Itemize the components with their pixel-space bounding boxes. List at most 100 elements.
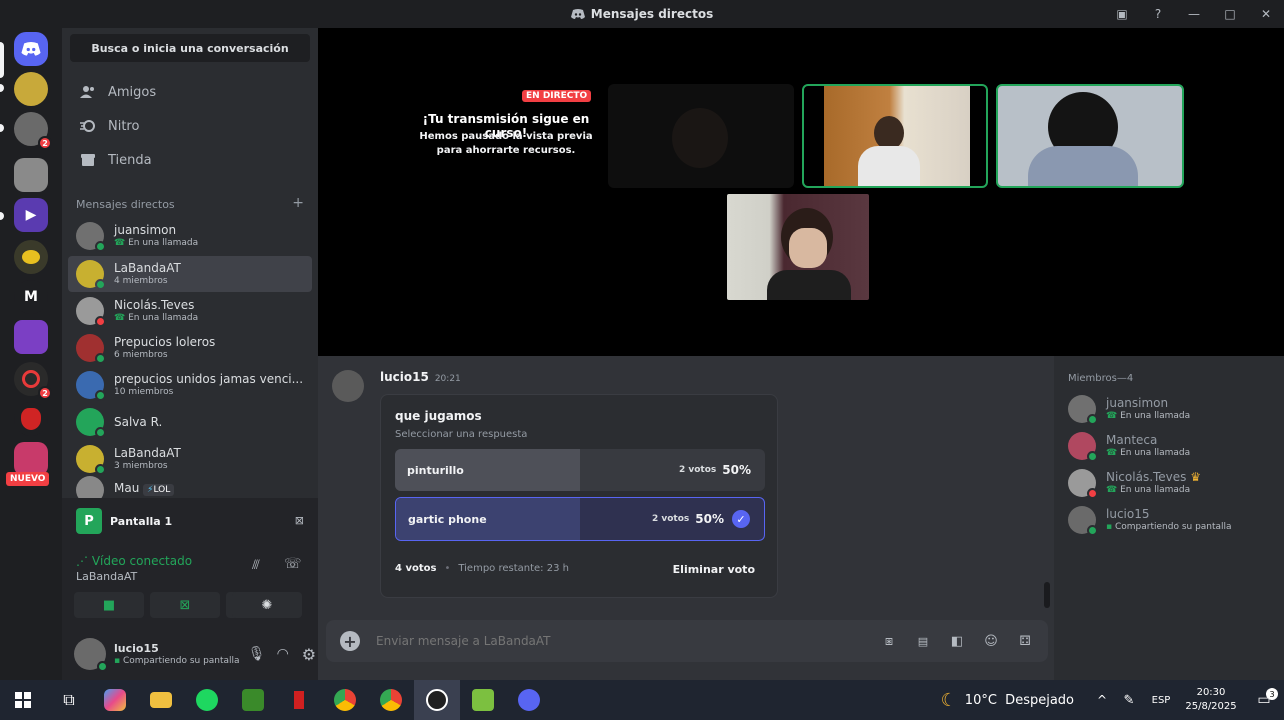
server-icon-7[interactable] [14, 320, 48, 354]
voice-panel: P Pantalla 1 ⊠ ⋰ Vídeo conectado LaBanda… [62, 498, 318, 628]
settings-gear-icon[interactable]: ⚙ [300, 645, 318, 664]
server-pip [0, 124, 4, 132]
add-attachment-icon[interactable]: + [340, 631, 360, 651]
noise-suppression-icon[interactable]: ⫻ [252, 558, 260, 573]
close-preview-icon[interactable]: ⊠ [295, 514, 304, 527]
notification-center[interactable]: ▭ 3 [1244, 688, 1284, 708]
dm-item-active[interactable]: LaBandaAT 4 miembros [68, 256, 312, 292]
emoji-icon[interactable]: ☺ [974, 634, 1008, 649]
member-item[interactable]: Nicolás.Teves ♛ ☎ En una llamada [1068, 466, 1201, 500]
help-icon[interactable]: ? [1140, 7, 1176, 21]
sticker-icon[interactable]: ◧ [940, 634, 974, 649]
poll-option[interactable]: pinturillo 2 votos 50% [395, 449, 765, 491]
maximize-button[interactable]: □ [1212, 7, 1248, 21]
avatar [76, 297, 106, 327]
server-icon-4[interactable]: ▶ [14, 198, 48, 232]
dm-item[interactable]: juansimon ☎ En una llamada [68, 218, 312, 254]
video-tile-dim[interactable] [608, 84, 794, 188]
dm-item[interactable]: Prepucios loleros 6 miembros [68, 330, 312, 366]
server-icon-5[interactable] [14, 240, 48, 274]
dm-item[interactable]: prepucios unidos jamas venci... 10 miemb… [68, 367, 312, 403]
dm-name: Prepucios loleros [114, 334, 216, 349]
status-indicator [95, 279, 106, 290]
apps-gamepad-icon[interactable]: ⚃ [1008, 634, 1042, 649]
user-avatar[interactable] [74, 638, 108, 672]
signal-icon: ⋰ [76, 554, 88, 568]
message-input[interactable] [376, 634, 872, 648]
nav-nitro[interactable]: Nitro [70, 110, 310, 142]
add-dm-button[interactable]: + [292, 196, 304, 211]
spotify-icon[interactable] [184, 680, 230, 720]
server-icon-8[interactable]: 2 [14, 362, 52, 400]
video-tile-speaking[interactable] [996, 84, 1184, 188]
camera-button[interactable]: ■ [74, 592, 144, 618]
dm-item[interactable]: LaBandaAT 3 miembros [68, 441, 312, 477]
nav-shop[interactable]: Tienda [70, 144, 310, 176]
screen-share-button[interactable]: ⊠ [150, 592, 220, 618]
server-icon-6[interactable]: M [14, 280, 48, 314]
gif-icon[interactable]: ▤ [906, 635, 940, 648]
scrollbar[interactable] [1044, 582, 1050, 608]
soundboard-button[interactable]: ✺ [232, 592, 302, 618]
member-item[interactable]: juansimon ☎ En una llamada [1068, 392, 1190, 426]
status-indicator [95, 353, 106, 364]
chrome-icon[interactable] [322, 680, 368, 720]
window-title: Mensajes directos [570, 7, 713, 21]
video-tile-speaking[interactable] [802, 84, 988, 188]
weather-widget[interactable]: ☾ 10°C Despejado [941, 690, 1074, 711]
minimize-button[interactable]: — [1176, 7, 1212, 21]
poll-option-selected[interactable]: gartic phone 2 votos 50% ✓ [395, 497, 765, 541]
search-conversation-button[interactable]: Busca o inicia una conversación [70, 34, 310, 62]
server-icon-3[interactable] [14, 158, 48, 192]
disconnect-icon[interactable]: ☏ [284, 556, 302, 572]
language-indicator[interactable]: ESP [1144, 695, 1178, 706]
poll-option-label: pinturillo [407, 463, 464, 477]
poll-card: que jugamos Seleccionar una respuesta pi… [380, 394, 778, 598]
discord-taskbar-icon[interactable] [506, 680, 552, 720]
server-icon-2[interactable]: 2 [14, 112, 52, 150]
server-icon-10[interactable] [14, 442, 48, 476]
copilot-icon[interactable] [92, 680, 138, 720]
roblox-icon[interactable] [276, 680, 322, 720]
video-tile[interactable] [727, 194, 869, 300]
home-dm-button[interactable] [14, 32, 48, 66]
message-avatar[interactable] [332, 370, 364, 402]
gift-icon[interactable]: ⧆ [872, 634, 906, 649]
chrome-profile-icon[interactable] [368, 680, 414, 720]
server-icon-1[interactable] [14, 72, 48, 106]
remove-vote-button[interactable]: Eliminar voto [663, 555, 765, 583]
file-explorer-icon[interactable] [138, 680, 184, 720]
inbox-icon[interactable]: ▣ [1104, 7, 1140, 21]
close-button[interactable]: ✕ [1248, 7, 1284, 21]
minecraft-icon[interactable] [230, 680, 276, 720]
pen-icon[interactable]: ✎ [1114, 693, 1144, 708]
member-item[interactable]: lucio15 ▪ Compartiendo su pantalla [1068, 503, 1232, 537]
dm-item[interactable]: Salva R. [68, 404, 312, 440]
chevron-up-icon[interactable]: ^ [1090, 693, 1114, 707]
avatar [1068, 506, 1098, 536]
dm-sidebar: Busca o inicia una conversación Amigos N… [62, 28, 318, 680]
server-icon-9[interactable] [14, 402, 48, 436]
member-name: juansimon [1106, 395, 1169, 410]
dm-header-label: Mensajes directos [76, 198, 175, 211]
dm-item[interactable]: Mau ⚡LOL [68, 476, 312, 498]
avatar [1068, 395, 1098, 425]
nav-friends[interactable]: Amigos [70, 76, 310, 108]
task-view-icon[interactable]: ⧉ [46, 680, 92, 720]
dm-item[interactable]: Nicolás.Teves ☎ En una llamada [68, 293, 312, 329]
android-app-icon[interactable] [460, 680, 506, 720]
screen-avatar: P [76, 508, 102, 534]
member-item[interactable]: Manteca ☎ En una llamada [1068, 429, 1190, 463]
obs-icon[interactable] [414, 680, 460, 720]
dm-name: Mau [114, 481, 140, 495]
title-bar: Mensajes directos ▣ ? — □ ✕ [0, 0, 1284, 28]
start-button[interactable] [0, 680, 46, 720]
dm-sub: 3 miembros [114, 460, 168, 471]
headphones-icon[interactable]: ◠ [274, 646, 292, 662]
user-panel: lucio15 ▪ Compartiendo su pantalla 🎙︎ ◠ … [62, 628, 318, 680]
mic-icon[interactable]: 🎙︎ [248, 646, 266, 662]
selected-pip [0, 42, 4, 78]
message-author[interactable]: lucio15 [380, 370, 429, 384]
clock[interactable]: 20:30 25/8/2025 [1178, 686, 1244, 714]
windows-taskbar: ⧉ ☾ 10°C Despejado ^ ✎ ESP 20:30 25/8/20… [0, 680, 1284, 720]
